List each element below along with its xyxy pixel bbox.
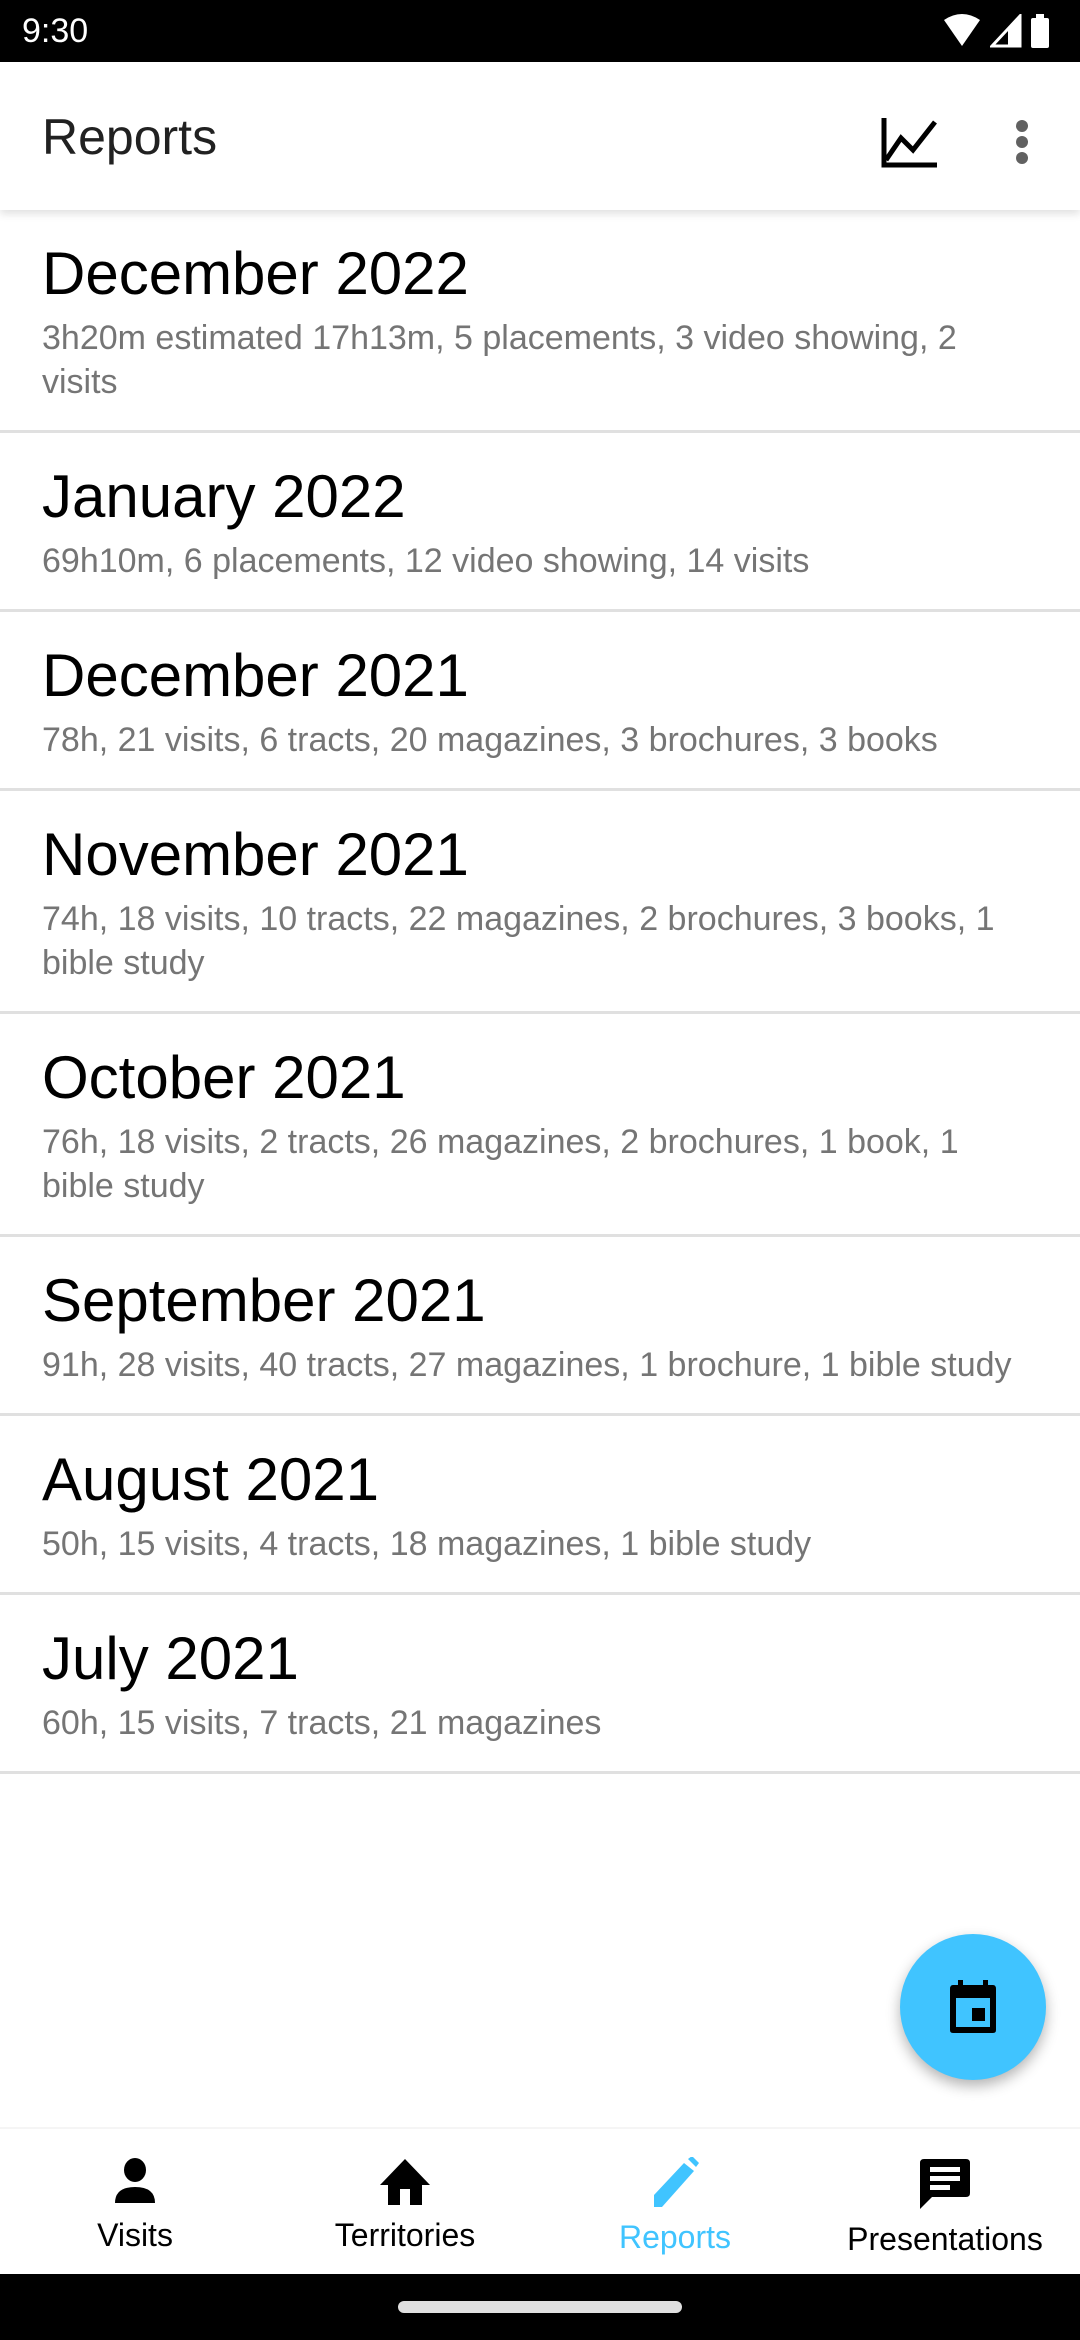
person-icon [115,2158,155,2203]
nav-territories-label: Territories [334,2217,476,2253]
report-summary: 74h, 18 visits, 10 tracts, 22 magazines,… [42,900,995,982]
add-report-fab[interactable] [900,1934,1046,2080]
more-vert-icon [1016,120,1028,164]
show-chart-icon [881,118,937,168]
report-summary: 60h, 15 visits, 7 tracts, 21 magazines [42,1704,602,1742]
nav-territories[interactable]: Territories [270,2129,540,2276]
statistics-chart-button[interactable] [870,102,950,182]
report-summary: 69h10m, 6 placements, 12 video showing, … [42,542,810,580]
nav-presentations[interactable]: Presentations [810,2129,1080,2276]
report-row-december-2022[interactable]: December 2022 3h20m estimated 17h13m, 5 … [0,210,1080,433]
wifi-icon [944,14,980,46]
status-time: 9:30 [22,12,89,50]
home-gesture-handle[interactable] [398,2301,682,2313]
report-month: January 2022 [42,463,406,530]
nav-visits[interactable]: Visits [0,2129,270,2276]
report-summary: 3h20m estimated 17h13m, 5 placements, 3 … [42,319,957,401]
more-options-button[interactable] [1000,102,1044,182]
status-icons [942,14,1050,48]
report-month: September 2021 [42,1267,486,1334]
report-month: December 2021 [42,642,469,709]
nav-presentations-label: Presentations [847,2221,1043,2257]
app-bar: Reports [0,62,1080,210]
nav-reports-label: Reports [618,2219,732,2255]
report-row-november-2021[interactable]: November 2021 74h, 18 visits, 10 tracts,… [0,791,1080,1014]
report-row-january-2022[interactable]: January 2022 69h10m, 6 placements, 12 vi… [0,433,1080,612]
battery-icon [1031,14,1049,48]
report-summary: 91h, 28 visits, 40 tracts, 27 magazines,… [42,1346,1012,1384]
nav-visits-label: Visits [97,2217,173,2253]
report-month: December 2022 [42,240,469,307]
status-bar: 9:30 [0,0,1080,62]
report-row-august-2021[interactable]: August 2021 50h, 15 visits, 4 tracts, 18… [0,1416,1080,1595]
system-gesture-bar [0,2274,1080,2340]
report-row-december-2021[interactable]: December 2021 78h, 21 visits, 6 tracts, … [0,612,1080,791]
page-title: Reports [42,109,218,165]
report-row-july-2021[interactable]: July 2021 60h, 15 visits, 7 tracts, 21 m… [0,1595,1080,1774]
reports-list: December 2022 3h20m estimated 17h13m, 5 … [0,210,1080,1774]
report-month: October 2021 [42,1044,406,1111]
cell-signal-icon [990,14,1022,48]
report-summary: 76h, 18 visits, 2 tracts, 26 magazines, … [42,1123,959,1205]
report-month: July 2021 [42,1625,299,1692]
report-month: August 2021 [42,1446,379,1513]
nav-reports[interactable]: Reports [540,2129,810,2276]
report-row-september-2021[interactable]: September 2021 91h, 28 visits, 40 tracts… [0,1237,1080,1416]
pencil-icon [654,2157,699,2207]
report-month: November 2021 [42,821,469,888]
report-summary: 78h, 21 visits, 6 tracts, 20 magazines, … [42,721,938,759]
report-row-october-2021[interactable]: October 2021 76h, 18 visits, 2 tracts, 2… [0,1014,1080,1237]
bottom-navigation: Visits Territories Reports Presentations [0,2127,1080,2276]
chat-icon [920,2159,970,2209]
report-summary: 50h, 15 visits, 4 tracts, 18 magazines, … [42,1525,812,1563]
home-icon [380,2159,430,2205]
calendar-today-icon [950,1980,996,2033]
